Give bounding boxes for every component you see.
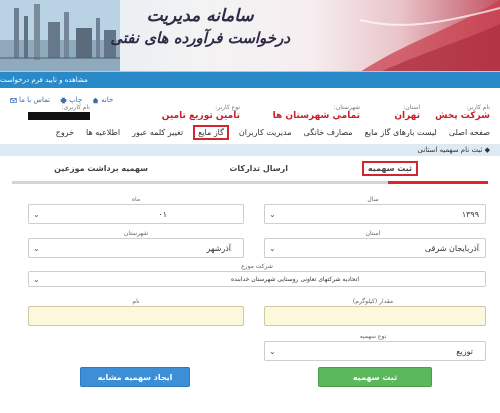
section-header: ◆ ثبت نام سهمیه استانی	[0, 144, 500, 156]
name-input[interactable]	[28, 306, 244, 326]
refinery-image	[0, 0, 120, 71]
city-field-label: شهرستان	[123, 230, 149, 237]
create-similar-quota-button[interactable]: ایجاد سهمیه مشابه	[80, 367, 190, 387]
contact-label: تماس با ما	[19, 96, 51, 104]
chevron-down-icon: ⌄	[269, 244, 276, 253]
month-label: ماه	[131, 196, 141, 203]
menu-item-home[interactable]: صفحه اصلی	[447, 127, 492, 138]
province-block: استان: تهران	[394, 104, 420, 121]
home-label: خانه	[101, 96, 114, 104]
tab-underline	[12, 181, 488, 184]
usertype-label: نوع کاربر:	[215, 104, 240, 111]
chevron-down-icon: ⌄	[269, 347, 276, 356]
menu-item-household[interactable]: مصارف خانگی	[302, 127, 355, 138]
contact-icon	[10, 97, 17, 103]
city-block: شهرستان: تمامي شهرستان ها	[273, 104, 360, 121]
home-link[interactable]: خانه	[92, 96, 113, 104]
year-value: ۱۳۹۹	[461, 209, 479, 219]
print-icon	[60, 97, 67, 103]
menu-item-announcements[interactable]: اطلاعیه ها	[84, 127, 122, 138]
menu-item-lpg-loads[interactable]: لیست بارهای گاز مایع	[363, 127, 439, 138]
distributor-select[interactable]: اتحادیه شرکتهای تعاونی روستایی شهرستان خ…	[28, 271, 486, 287]
province-field-value: آذربایجان شرقی	[424, 243, 479, 253]
amount-input[interactable]	[264, 306, 486, 326]
breadcrumb: مشاهده و تایید فرم درخواست	[0, 72, 500, 88]
login-label: نام کاربری:	[61, 104, 90, 111]
chevron-down-icon: ⌄	[33, 244, 40, 253]
breadcrumb-text: مشاهده و تایید فرم درخواست	[0, 76, 88, 84]
chevron-down-icon: ⌄	[33, 275, 40, 284]
month-select[interactable]: ۰۱ ⌄	[28, 204, 244, 224]
usertype-block: نوع کاربر: تامين توزيع تامين	[162, 104, 240, 121]
section-title: ◆ ثبت نام سهمیه استانی	[417, 146, 490, 154]
month-value: ۰۱	[158, 209, 167, 219]
banner-title-line2: درخواست فرآورده های نفتی	[110, 29, 290, 47]
redacted-login	[28, 112, 90, 120]
username-label: نام کاربر:	[466, 104, 490, 111]
province-label: استان:	[403, 104, 420, 111]
header-banner: سامانه مدیریت درخواست فرآورده های نفتی	[0, 0, 500, 72]
quota-type-select[interactable]: توزیع ⌄	[264, 341, 486, 361]
section-title-text: ثبت نام سهمیه استانی	[417, 146, 483, 154]
province-value: تهران	[394, 111, 420, 121]
banner-title: سامانه مدیریت درخواست فرآورده های نفتی	[110, 6, 290, 47]
province-field-label: استان	[365, 230, 381, 237]
home-icon	[92, 97, 99, 103]
contact-link[interactable]: تماس با ما	[10, 96, 50, 104]
distributor-label: شرکت موزع	[241, 263, 273, 270]
city-select[interactable]: آذرشهر ⌄	[28, 238, 244, 258]
flag-swoosh-graphic	[360, 0, 500, 71]
chevron-down-icon: ⌄	[33, 210, 40, 219]
login-block: نام کاربری:	[28, 104, 90, 120]
print-label: چاپ	[69, 96, 83, 104]
menu-item-logout[interactable]: خروج	[54, 127, 76, 138]
username-value: شرکت پخش	[435, 111, 490, 121]
username-block: نام کاربر: شرکت پخش	[435, 104, 490, 121]
menu-item-password[interactable]: تغییر کلمه عبور	[130, 127, 185, 138]
quota-type-value: توزیع	[456, 346, 473, 356]
amount-label: مقدار (کیلوگرم)	[352, 298, 394, 305]
menu-item-users[interactable]: مدیریت کاربران	[237, 127, 294, 138]
menu-item-lpg[interactable]: گاز مایع	[193, 124, 229, 140]
usertype-value: تامين توزيع تامين	[161, 111, 240, 121]
year-label: سال	[367, 196, 379, 203]
quota-type-label: نوع سهمیه	[359, 333, 387, 340]
city-value: تمامي شهرستان ها	[272, 111, 360, 121]
main-menu: صفحه اصلی لیست بارهای گاز مایع مصارف خان…	[6, 124, 492, 140]
chevron-down-icon: ⌄	[269, 210, 276, 219]
name-label: نام	[132, 298, 140, 305]
city-field-value: آذرشهر	[206, 243, 231, 253]
distributor-value: اتحادیه شرکتهای تعاونی روستایی شهرستان خ…	[231, 275, 359, 283]
tab-register-quota[interactable]: ثبت سهمیه	[361, 161, 418, 176]
tab-send-logistics[interactable]: ارسال تدارکات	[229, 164, 288, 173]
active-tab-indicator	[388, 181, 488, 184]
print-link[interactable]: چاپ	[60, 96, 82, 104]
year-select[interactable]: ۱۳۹۹ ⌄	[264, 204, 486, 224]
province-select[interactable]: آذربایجان شرقی ⌄	[264, 238, 486, 258]
banner-title-line1: سامانه مدیریت	[146, 6, 254, 26]
submit-quota-button[interactable]: ثبت سهمیه	[318, 367, 432, 387]
city-label: شهرستان:	[333, 104, 360, 111]
tab-distributor-quota[interactable]: سهمیه برداشت موزعین	[54, 164, 148, 173]
